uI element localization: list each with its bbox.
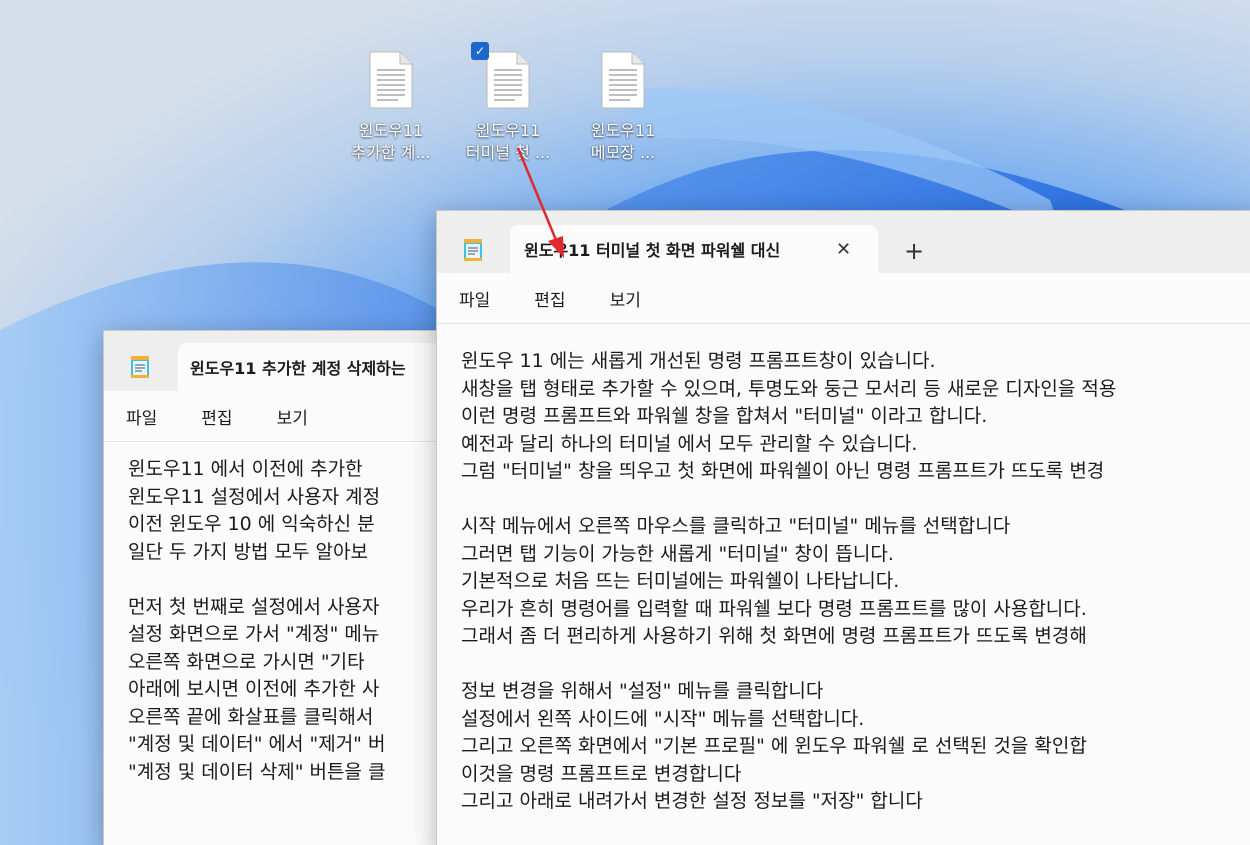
annotation-arrow	[516, 147, 564, 258]
desktop: 윈도우11 추가한 계... ✓ 윈도우11 터미널 첫 ... 윈도우11 메…	[0, 0, 1250, 845]
